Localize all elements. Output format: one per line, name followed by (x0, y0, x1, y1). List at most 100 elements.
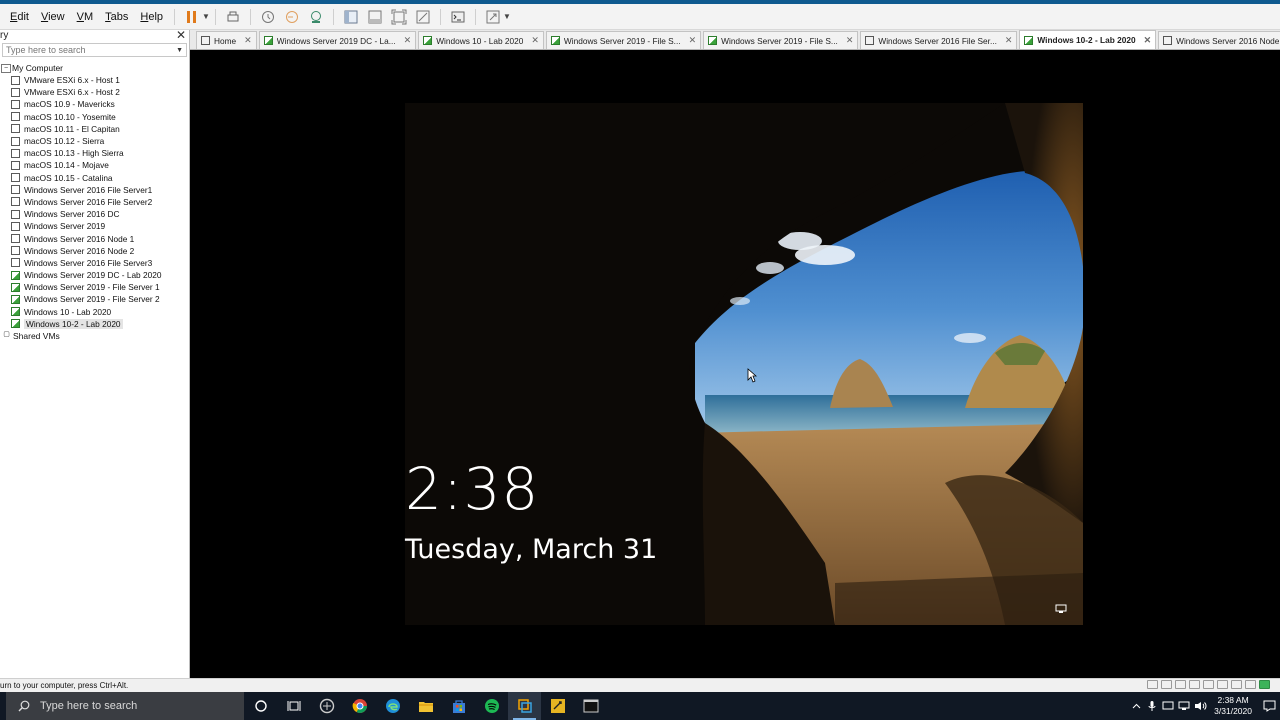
pause-dropdown-caret[interactable]: ▼ (202, 12, 210, 21)
close-library-icon[interactable]: ✕ (176, 29, 186, 41)
send-ctrl-alt-del-button[interactable] (222, 6, 244, 28)
taskbar-terminal-app[interactable] (574, 692, 607, 720)
display-tray-button[interactable] (1160, 692, 1176, 720)
vm-icon (11, 221, 20, 231)
tab-home[interactable]: Home ✕ (196, 31, 257, 49)
snapshot-manager-button[interactable] (305, 6, 327, 28)
toolbar-divider (439, 8, 441, 25)
pause-button[interactable] (181, 6, 203, 28)
unity-button[interactable] (412, 6, 434, 28)
snapshot-button[interactable] (257, 6, 279, 28)
vm-list-item[interactable]: macOS 10.10 - Yosemite (0, 111, 189, 123)
vm-list-item[interactable]: VMware ESXi 6.x - Host 2 (0, 86, 189, 98)
close-tab-icon[interactable]: ✕ (1005, 35, 1013, 46)
network-status-icon[interactable] (1055, 604, 1067, 614)
display-icon[interactable] (1231, 680, 1242, 689)
close-tab-icon[interactable]: ✕ (689, 35, 697, 46)
vm-list-item[interactable]: Windows 10 - Lab 2020 (0, 306, 189, 318)
vm-list-item[interactable]: Windows 10-2 - Lab 2020 (0, 318, 189, 330)
vm-list-item[interactable]: macOS 10.15 - Catalina (0, 172, 189, 184)
tree-root-shared-vms[interactable]: ▢ Shared VMs (0, 330, 189, 342)
mouse-cursor-icon (747, 368, 757, 383)
close-tab-icon[interactable]: ✕ (846, 35, 854, 46)
tab-vm[interactable]: Windows 10-2 - Lab 2020 ✕ (1019, 30, 1157, 49)
cortana-button[interactable] (244, 692, 277, 720)
tree-root-my-computer[interactable]: − My Computer (0, 62, 189, 74)
menu-vm[interactable]: VM (71, 4, 100, 30)
tab-vm[interactable]: Windows Server 2019 DC - La... ✕ (258, 31, 417, 49)
vm-console[interactable]: 2:38 Tuesday, March 31 (192, 50, 1280, 678)
tab-vm[interactable]: Windows Server 2016 Node 1✕ (1158, 31, 1280, 49)
store-icon (452, 700, 465, 713)
task-view-button[interactable] (277, 692, 310, 720)
close-tab-icon[interactable]: ✕ (531, 35, 539, 46)
tab-label: Home (214, 35, 237, 46)
hdd-icon[interactable] (1147, 680, 1158, 689)
vm-list-item[interactable]: macOS 10.9 - Mavericks (0, 98, 189, 110)
tab-vm[interactable]: Windows 10 - Lab 2020 ✕ (418, 31, 544, 49)
taskbar-vmware-workstation-app[interactable] (508, 692, 541, 720)
tab-vm[interactable]: Windows Server 2019 - File S... ✕ (703, 31, 859, 49)
vm-list-item[interactable]: Windows Server 2019 DC - Lab 2020 (0, 269, 189, 281)
unity-icon (416, 10, 430, 23)
vm-list-item[interactable]: Windows Server 2016 Node 2 (0, 245, 189, 257)
vm-list-item[interactable]: Windows Server 2016 File Server1 (0, 184, 189, 196)
taskbar-store-app[interactable] (442, 692, 475, 720)
vm-list-item[interactable]: macOS 10.14 - Mojave (0, 159, 189, 171)
vm-list-item[interactable]: Windows Server 2019 - File Server 2 (0, 293, 189, 305)
tab-vm[interactable]: Windows Server 2016 File Ser... ✕ (860, 31, 1018, 49)
revert-snapshot-button[interactable] (281, 6, 303, 28)
printer-icon[interactable] (1217, 680, 1228, 689)
tree-root-label: My Computer (12, 63, 64, 73)
collapse-icon[interactable]: − (1, 63, 11, 73)
vm-list-item[interactable]: Windows Server 2016 File Server3 (0, 257, 189, 269)
network-tray-button[interactable] (1176, 692, 1192, 720)
vm-list-item[interactable]: Windows Server 2016 Node 1 (0, 232, 189, 244)
stretch-guest-button[interactable] (482, 6, 504, 28)
taskbar-spotify-app[interactable] (475, 692, 508, 720)
console-view-button[interactable] (447, 6, 469, 28)
microphone-tray-button[interactable] (1144, 692, 1160, 720)
search-dropdown-icon[interactable]: ▼ (176, 47, 183, 54)
close-tab-icon[interactable]: ✕ (1144, 35, 1152, 46)
vm-list-item[interactable]: Windows Server 2016 File Server2 (0, 196, 189, 208)
tab-vm[interactable]: Windows Server 2019 - File S... ✕ (545, 31, 702, 49)
usb-icon[interactable] (1189, 680, 1200, 689)
library-search-input[interactable] (6, 45, 166, 55)
network-adapter-icon[interactable] (1175, 680, 1186, 689)
taskbar-edge-app[interactable] (376, 692, 409, 720)
vm-list-item[interactable]: macOS 10.11 - El Capitan (0, 123, 189, 135)
taskbar-chrome-app[interactable] (343, 692, 376, 720)
show-hidden-icons-button[interactable] (1128, 692, 1144, 720)
close-tab-icon[interactable]: ✕ (244, 35, 252, 46)
vm-list-item[interactable]: Windows Server 2019 (0, 220, 189, 232)
thumbnail-bar-button[interactable] (364, 6, 386, 28)
search-icon (18, 700, 30, 712)
close-tab-icon[interactable]: ✕ (404, 35, 412, 46)
vm-list-item[interactable]: macOS 10.13 - High Sierra (0, 147, 189, 159)
cd-icon[interactable] (1161, 680, 1172, 689)
volume-tray-button[interactable] (1192, 692, 1208, 720)
vm-list-item[interactable]: Windows Server 2019 - File Server 1 (0, 281, 189, 293)
menu-help[interactable]: Help (134, 4, 169, 30)
sound-icon[interactable] (1203, 680, 1214, 689)
message-log-icon[interactable] (1245, 680, 1256, 689)
taskbar-tools-app[interactable] (541, 692, 574, 720)
vm-list-item[interactable]: macOS 10.12 - Sierra (0, 135, 189, 147)
vm-list-item[interactable]: Windows Server 2016 DC (0, 208, 189, 220)
vm-running-icon[interactable] (1259, 680, 1270, 689)
vm-list-item[interactable]: VMware ESXi 6.x - Host 1 (0, 74, 189, 86)
taskbar-search-box[interactable]: Type here to search (6, 692, 244, 720)
full-screen-button[interactable] (388, 6, 410, 28)
taskbar-time: 2:38 AM (1217, 695, 1249, 705)
menu-edit[interactable]: Edit (4, 4, 35, 30)
stretch-dropdown-caret[interactable]: ▼ (503, 12, 511, 21)
show-library-button[interactable] (340, 6, 362, 28)
taskbar-clock[interactable]: 2:38 AM 3/31/2020 (1214, 695, 1252, 717)
system-tray: 2:38 AM 3/31/2020 (1128, 692, 1280, 720)
action-center-button[interactable] (1258, 692, 1280, 720)
menu-view[interactable]: View (35, 4, 71, 30)
taskbar-file-explorer-app[interactable] (409, 692, 442, 720)
menu-tabs[interactable]: Tabs (99, 4, 134, 30)
taskbar-vmware-app[interactable] (310, 692, 343, 720)
